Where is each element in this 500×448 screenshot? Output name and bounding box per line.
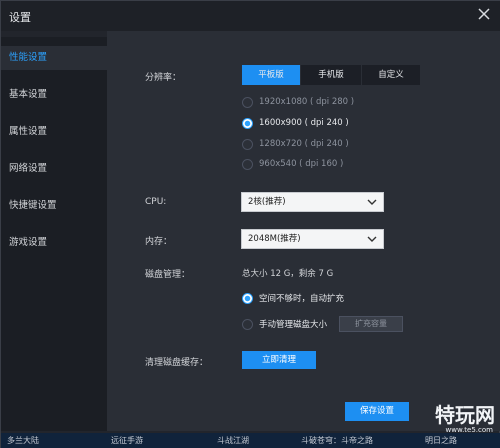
cache-label: 清理磁盘缓存： <box>145 358 209 368</box>
cpu-select[interactable]: 2核(推荐) <box>241 192 384 212</box>
disk-option-manual[interactable]: 手动管理磁盘大小 <box>242 317 327 331</box>
bottom-item[interactable]: 斗战江湖 <box>217 435 249 446</box>
settings-sidebar: 性能设置 基本设置 属性设置 网络设置 快捷键设置 游戏设置 <box>1 37 107 431</box>
title-bar: 设置 <box>1 1 500 31</box>
disk-info: 总大小 12 G，剩余 7 G <box>242 269 334 279</box>
resolution-option-1920[interactable]: 1920x1080 ( dpi 280 ) <box>242 95 354 109</box>
memory-select[interactable]: 2048M(推荐) <box>241 229 384 249</box>
disk-label: 磁盘管理： <box>145 270 191 280</box>
cpu-select-value: 2核(推荐) <box>248 197 286 207</box>
tab-phone[interactable]: 手机版 <box>301 65 361 85</box>
resolution-option-label: 1600x900 ( dpi 240 ) <box>259 118 349 128</box>
memory-label: 内存： <box>145 237 173 247</box>
radio-checked-icon <box>242 292 253 304</box>
save-settings-button[interactable]: 保存设置 <box>345 402 409 421</box>
disk-option-auto[interactable]: 空间不够时，自动扩充 <box>242 291 344 305</box>
resolution-option-label: 1920x1080 ( dpi 280 ) <box>259 97 355 107</box>
chevron-down-icon <box>367 236 377 242</box>
bottom-item[interactable]: 远征手游 <box>111 435 143 446</box>
expand-capacity-button[interactable]: 扩充容量 <box>339 316 403 332</box>
radio-unchecked-icon <box>242 318 253 330</box>
watermark-logo: 特玩网 <box>435 403 495 427</box>
bottom-item[interactable]: 多兰大陆 <box>7 435 39 446</box>
radio-unchecked-icon <box>242 158 253 170</box>
bottom-item[interactable]: 明日之路 <box>425 435 457 446</box>
resolution-option-1600[interactable]: 1600x900 ( dpi 240 ) <box>242 116 349 130</box>
tab-tablet[interactable]: 平板版 <box>242 65 300 85</box>
sidebar-item-game[interactable]: 游戏设置 <box>1 231 107 255</box>
sidebar-item-shortcuts[interactable]: 快捷键设置 <box>1 194 107 218</box>
close-icon[interactable] <box>477 7 491 21</box>
chevron-down-icon <box>367 199 377 205</box>
memory-select-value: 2048M(推荐) <box>248 234 301 244</box>
resolution-option-label: 960x540 ( dpi 160 ) <box>259 159 344 169</box>
resolution-label: 分辨率： <box>145 73 182 83</box>
tab-custom[interactable]: 自定义 <box>362 65 420 85</box>
disk-option-label: 手动管理磁盘大小 <box>259 320 328 330</box>
resolution-option-label: 1280x720 ( dpi 240 ) <box>259 139 349 149</box>
radio-checked-icon <box>242 117 253 129</box>
bottom-item[interactable]: 斗破苍穹：斗帝之路 <box>301 435 373 446</box>
bottom-taskbar: 多兰大陆 远征手游 斗战江湖 斗破苍穹：斗帝之路 明日之路 <box>1 433 500 448</box>
sidebar-item-performance[interactable]: 性能设置 <box>1 46 107 70</box>
radio-unchecked-icon <box>242 138 253 150</box>
cpu-label: CPU: <box>145 197 167 207</box>
window-title: 设置 <box>9 11 31 24</box>
resolution-option-960[interactable]: 960x540 ( dpi 160 ) <box>242 157 343 171</box>
disk-option-label: 空间不够时，自动扩充 <box>259 294 345 304</box>
resolution-option-1280[interactable]: 1280x720 ( dpi 240 ) <box>242 137 349 151</box>
sidebar-item-basic[interactable]: 基本设置 <box>1 83 107 107</box>
settings-window: 设置 性能设置 基本设置 属性设置 网络设置 快捷键设置 游戏设置 分辨率： 平… <box>0 0 500 448</box>
radio-unchecked-icon <box>242 96 253 108</box>
sidebar-item-properties[interactable]: 属性设置 <box>1 120 107 144</box>
clean-now-button[interactable]: 立即清理 <box>242 351 316 369</box>
sidebar-item-network[interactable]: 网络设置 <box>1 157 107 181</box>
